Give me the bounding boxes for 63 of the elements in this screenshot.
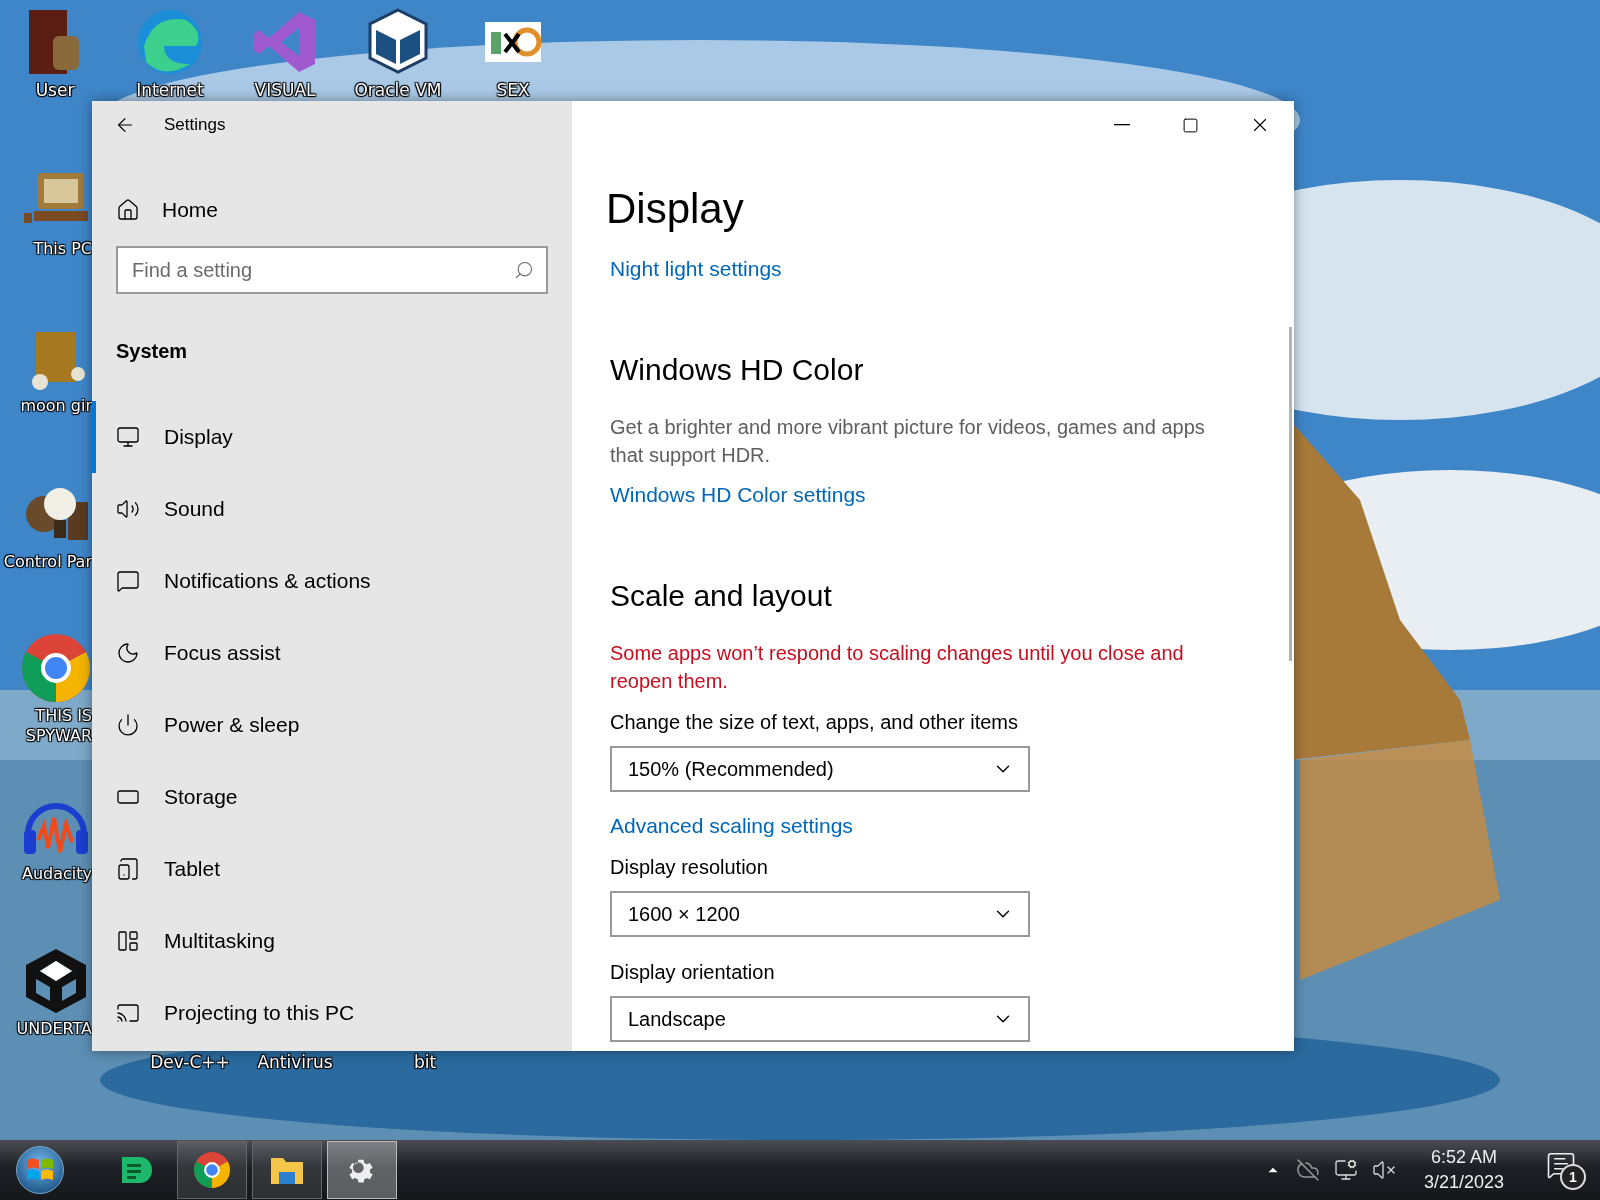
nav-item[interactable]: Storage (92, 761, 572, 833)
warning-text: Some apps won’t respond to scaling changes until you close and reopen them. (610, 641, 1185, 694)
network-icon[interactable] (1333, 1158, 1358, 1182)
taskbar-button[interactable] (177, 1141, 247, 1199)
field-label: Display orientation (610, 961, 775, 984)
nav-item[interactable]: Tablet (92, 833, 572, 905)
home-item[interactable]: Home (92, 188, 572, 232)
section-heading: Scale and layout (610, 579, 832, 613)
message-icon (116, 569, 140, 593)
search-field[interactable]: Find a setting (116, 246, 548, 294)
notification-icon[interactable] (1546, 1150, 1576, 1180)
section-heading: System (116, 340, 189, 363)
nav-item[interactable]: Display (92, 401, 572, 473)
window-title: Settings (164, 115, 226, 135)
taskbar-button[interactable] (327, 1141, 397, 1199)
description-text: Get a brighter and more vibrant picture for videos, games and apps that support HDR. (610, 415, 1206, 468)
power-icon (116, 713, 140, 737)
dropdown[interactable]: 1600 × 1200 (610, 891, 1030, 937)
home-icon (116, 198, 140, 222)
moon-icon (116, 641, 140, 665)
start-button[interactable] (16, 1146, 64, 1194)
settings-link[interactable]: Night light settings (610, 257, 782, 281)
field-label: Display resolution (610, 856, 768, 879)
maximize-icon (1182, 116, 1199, 134)
desktop-icon-label[interactable]: Control Par (0, 552, 92, 572)
layout-icon (116, 929, 140, 953)
desktop-icon-label[interactable]: bit (413, 1052, 437, 1074)
settings-link[interactable]: Windows HD Color settings (610, 483, 866, 507)
windows-logo-icon (26, 1157, 54, 1183)
nav-item[interactable]: Notifications & actions (92, 545, 572, 617)
muted-speaker-icon[interactable] (1371, 1158, 1396, 1182)
settings-link[interactable]: Advanced scaling settings (610, 814, 853, 838)
dropdown[interactable]: 150% (Recommended) (610, 746, 1030, 792)
nav-item[interactable]: Multitasking (92, 905, 572, 977)
page-title: Display (606, 185, 744, 233)
section-heading: Windows HD Color (610, 353, 864, 387)
monitor-icon (116, 425, 140, 449)
nav-item[interactable]: Focus assist (92, 617, 572, 689)
cloud-off-icon[interactable] (1295, 1158, 1320, 1182)
desktop-icon-label[interactable]: moon gir (0, 396, 92, 416)
minimize-icon (1113, 124, 1130, 126)
taskbar-button[interactable] (252, 1141, 322, 1199)
nav-item[interactable]: Sound (92, 473, 572, 545)
clock-date[interactable]: 3/21/2023 (1423, 1172, 1504, 1193)
desktop-icon-label[interactable]: This PC (0, 239, 92, 259)
desktop-icon-label[interactable]: Antivirus (257, 1052, 333, 1074)
field-label: Change the size of text, apps, and other items (610, 711, 1019, 734)
scrollbar[interactable] (1289, 327, 1292, 661)
desktop-icon-label[interactable]: Audacity (0, 864, 92, 884)
notification-count: 1 (1560, 1164, 1586, 1190)
cast-icon (116, 1001, 140, 1025)
desktop-icon-label[interactable]: UNDERTA (0, 1019, 92, 1039)
clock-time[interactable]: 6:52 AM (1430, 1147, 1497, 1168)
desktop-icon-label[interactable]: Dev-C++ (150, 1052, 230, 1074)
nav-item[interactable]: Power & sleep (92, 689, 572, 761)
dropdown[interactable]: Landscape (610, 996, 1030, 1042)
nav-item[interactable]: Projecting to this PC (92, 977, 572, 1049)
tablet-icon (116, 857, 140, 881)
desktop-icon-label[interactable]: User (35, 80, 75, 102)
browser-logo-icon (20, 632, 92, 704)
speaker-icon (116, 497, 140, 521)
browser-logo-icon (193, 1151, 231, 1189)
search-icon (514, 260, 534, 280)
